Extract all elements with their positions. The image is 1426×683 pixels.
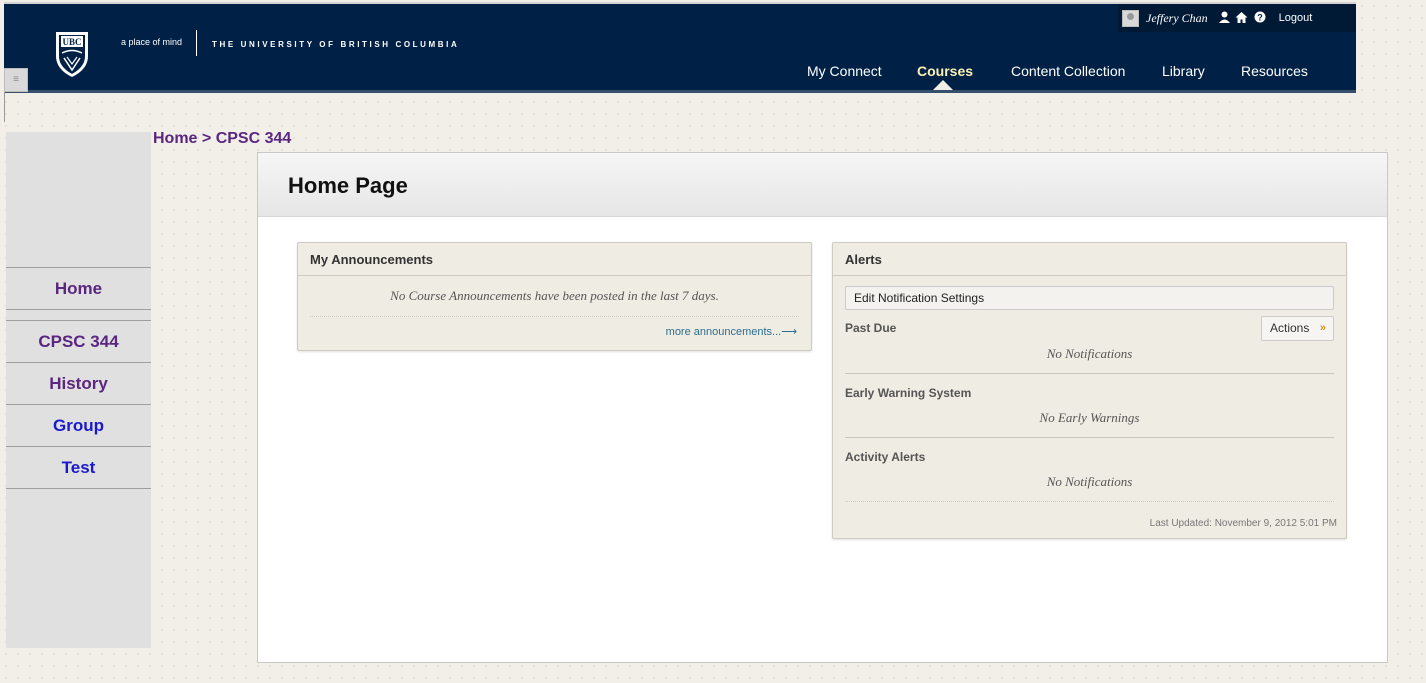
breadcrumb-home[interactable]: Home [153,130,197,147]
nav-resources[interactable]: Resources [1241,63,1308,79]
announcements-module: My Announcements No Course Announcements… [297,242,812,351]
page-title: Home Page [288,173,408,198]
home-icon[interactable] [1235,11,1248,26]
user-name[interactable]: Jeffery Chan [1146,11,1208,26]
sidebar-item-cpsc-344[interactable]: CPSC 344 [6,320,151,363]
alert-section-title: Past Due [845,321,897,335]
university-name: THE UNIVERSITY OF BRITISH COLUMBIA [212,40,460,49]
more-announcements-link[interactable]: more announcements...⟶ [298,325,797,338]
last-updated-timestamp: Last Updated: November 9, 2012 5:01 PM [1149,518,1337,529]
page-header [258,153,1387,217]
section-divider [845,373,1334,374]
help-icon[interactable]: ? [1254,11,1267,26]
breadcrumb-separator: > [197,130,216,147]
header-divider [4,90,1356,93]
svg-text:?: ? [1257,12,1263,22]
module-divider [310,316,799,317]
active-nav-caret [933,80,953,90]
alert-message: No Notifications [1046,474,1133,489]
alert-section-title: Activity Alerts [845,450,926,464]
frame-edge [4,92,5,122]
section-divider [845,437,1334,438]
sidebar-item-group[interactable]: Group [6,404,151,447]
chevron-down-icon: » [1319,322,1326,334]
alert-message: No Notifications [1046,346,1133,361]
breadcrumb: Home > CPSC 344 [153,130,291,148]
sidebar-item-test[interactable]: Test [6,446,151,489]
module-title[interactable]: Alerts [833,243,1346,276]
sidebar-item-history[interactable]: History [6,362,151,405]
course-menu: Home CPSC 344 History Group Test [6,132,151,648]
announcements-message: No Course Announcements have been posted… [390,288,719,303]
edit-notification-settings-button[interactable]: Edit Notification Settings [845,286,1334,310]
header-banner: UBC a place of mind THE UNIVERSITY OF BR… [4,2,1356,93]
utility-bar: Jeffery Chan ? Logout [1118,4,1356,32]
actions-label: Actions [1270,321,1310,335]
breadcrumb-course[interactable]: CPSC 344 [216,130,292,147]
actions-button[interactable]: Actions » [1261,316,1334,341]
sidebar-item-home[interactable]: Home [6,267,151,310]
person-icon[interactable] [1218,11,1231,26]
menu-toggle-handle[interactable]: ≡ [4,68,28,92]
tagline-divider [196,30,197,56]
main-content: Home Page My Announcements No Course Ann… [257,152,1388,663]
module-title[interactable]: My Announcements [298,243,811,276]
section-divider [845,501,1334,502]
nav-courses[interactable]: Courses [917,63,973,79]
nav-my-connect[interactable]: My Connect [807,63,882,79]
ubc-logo[interactable]: UBC [52,30,92,78]
avatar[interactable] [1122,9,1139,27]
alert-message: No Early Warnings [1039,410,1140,425]
alert-section-title: Early Warning System [845,386,972,400]
nav-library[interactable]: Library [1162,63,1205,79]
svg-text:UBC: UBC [62,37,81,47]
alerts-module: Alerts Edit Notification Settings Past D… [832,242,1347,539]
nav-content-collection[interactable]: Content Collection [1011,63,1125,79]
logout-link[interactable]: Logout [1279,12,1313,24]
tagline: a place of mind [121,37,183,47]
